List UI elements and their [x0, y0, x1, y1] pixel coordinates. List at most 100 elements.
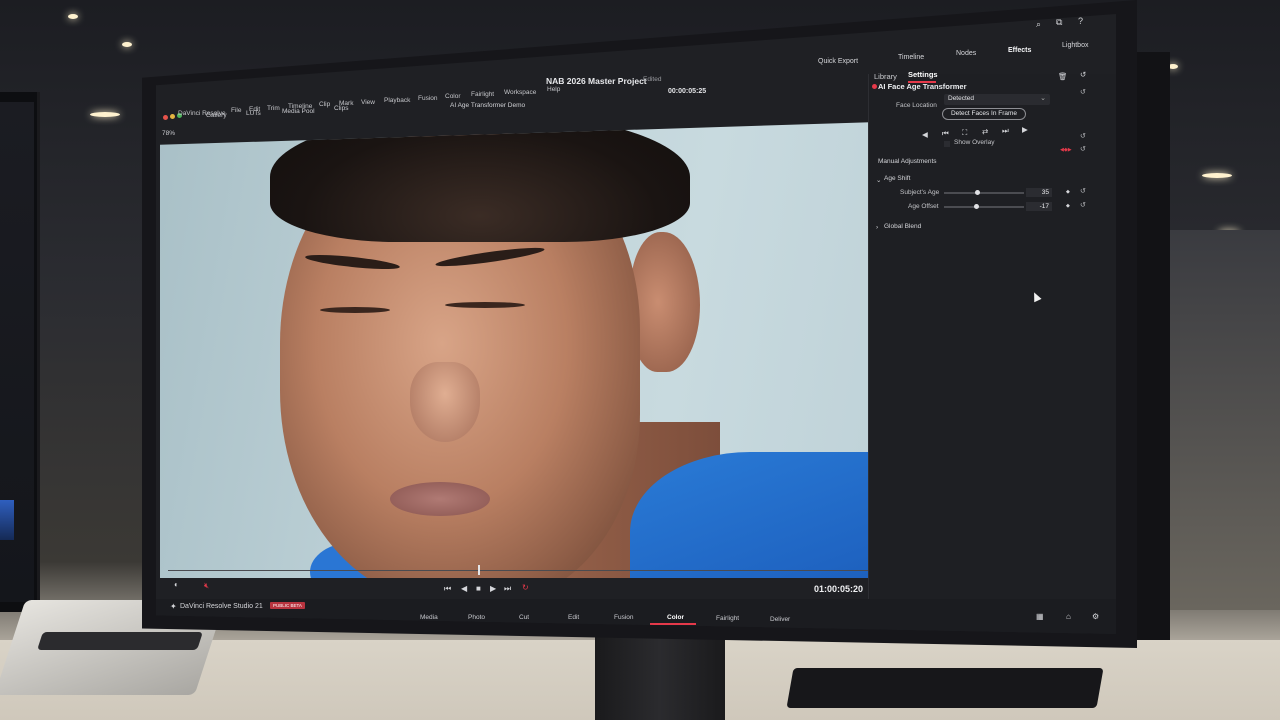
loop-icon[interactable]: ↻: [522, 583, 529, 592]
tracking-reset-icon[interactable]: ↺: [1080, 132, 1086, 140]
manual-adjustments-label: Manual Adjustments: [878, 158, 937, 165]
keyframe-nav-icon[interactable]: ◀◆▶: [1060, 147, 1072, 153]
age-offset-slider[interactable]: [944, 206, 1024, 208]
global-blend-section[interactable]: Global Blend: [884, 223, 921, 230]
age-offset-value[interactable]: -17: [1026, 202, 1052, 211]
subjects-age-value[interactable]: 35: [1026, 188, 1052, 197]
resolve-screen: DaVinci Resolve File Edit Trim Timeline …: [156, 14, 1116, 634]
reset-all-icon[interactable]: ↺: [1080, 70, 1086, 79]
subjects-age-label: Subject's Age: [900, 189, 940, 196]
menu-workspace[interactable]: Workspace: [504, 89, 536, 96]
tab-library[interactable]: Library: [874, 72, 897, 81]
effect-enabled-indicator[interactable]: [872, 84, 877, 89]
track-reverse-icon[interactable]: ◀: [922, 130, 928, 139]
gallery-button[interactable]: Gallery: [206, 112, 227, 119]
track-forward-icon[interactable]: ▶: [1022, 125, 1028, 134]
timeline-toggle[interactable]: Timeline: [898, 54, 924, 61]
scrub-bar[interactable]: [168, 570, 868, 571]
keyframe-diamond-icon[interactable]: ◆: [1066, 203, 1070, 209]
face-location-label: Face Location: [896, 102, 937, 109]
play-reverse-icon[interactable]: ◀: [461, 584, 467, 593]
page-color[interactable]: Color: [667, 614, 684, 621]
menu-fusion[interactable]: Fusion: [418, 95, 438, 102]
project-manager-icon[interactable]: ▦: [1036, 612, 1044, 621]
chevron-down-icon: ⌄: [1040, 95, 1046, 102]
luts-button[interactable]: LUTs: [246, 110, 261, 117]
page-photo[interactable]: Photo: [468, 614, 485, 621]
track-face-icon[interactable]: ⛶: [962, 128, 967, 138]
app-brand: DaVinci Resolve Studio 21: [180, 603, 263, 610]
resolve-logo-icon: ✦: [170, 602, 177, 611]
trash-icon[interactable]: 🗑︎: [1058, 72, 1068, 81]
chevron-down-icon[interactable]: ⌄: [876, 176, 881, 184]
show-overlay-checkbox[interactable]: [944, 141, 950, 147]
page-deliver[interactable]: Deliver: [770, 616, 790, 623]
help-icon[interactable]: ?: [1078, 16, 1083, 26]
gear-icon[interactable]: ⚙: [1092, 612, 1099, 621]
keyboard-keys: [37, 632, 203, 650]
page-fairlight[interactable]: Fairlight: [716, 615, 739, 622]
page-edit[interactable]: Edit: [568, 614, 579, 621]
overlay-reset-icon[interactable]: ↺: [1080, 145, 1086, 153]
ceiling-light: [122, 42, 132, 47]
step-forward-icon[interactable]: ⏭︎: [1002, 126, 1009, 136]
age-shift-section[interactable]: Age Shift: [884, 175, 910, 182]
search-icon[interactable]: ⌕: [1036, 19, 1041, 30]
subjects-age-reset-icon[interactable]: ↺: [1080, 187, 1086, 195]
menu-help[interactable]: Help: [547, 86, 560, 93]
page-fusion[interactable]: Fusion: [614, 614, 634, 621]
ceiling-light: [68, 14, 78, 19]
keyframe-diamond-icon[interactable]: ◆: [1066, 189, 1070, 195]
face-location-value: Detected: [948, 95, 975, 102]
age-offset-knob[interactable]: [973, 204, 979, 209]
menu-color[interactable]: Color: [445, 93, 461, 100]
quick-export-button[interactable]: Quick Export: [818, 58, 858, 65]
effects-toggle[interactable]: Effects: [1008, 47, 1031, 54]
home-icon[interactable]: ⌂: [1066, 612, 1071, 621]
lightbox-toggle[interactable]: Lightbox: [1062, 42, 1088, 49]
effects-inspector: [868, 74, 1116, 599]
media-pool-button[interactable]: Media Pool: [282, 108, 315, 115]
project-status: Edited: [643, 76, 662, 83]
menu-playback[interactable]: Playback: [384, 97, 410, 104]
monitor-stand: [595, 630, 725, 720]
tab-settings[interactable]: Settings: [908, 70, 938, 79]
audio-mute-icon[interactable]: 🔇︎: [204, 581, 209, 591]
subject-mouth: [390, 482, 490, 516]
monitor-stand-base: [786, 668, 1104, 708]
step-reverse-icon[interactable]: ⏮︎: [942, 129, 949, 139]
age-offset-reset-icon[interactable]: ↺: [1080, 201, 1086, 209]
go-to-start-icon[interactable]: ⏮︎: [444, 584, 451, 594]
swap-icon[interactable]: ⇄: [982, 127, 988, 136]
playback-timecode: 01:00:05:20: [814, 584, 864, 594]
menu-fairlight[interactable]: Fairlight: [471, 91, 494, 98]
ceiling-light: [90, 112, 120, 117]
clips-button[interactable]: Clips: [334, 105, 348, 112]
nodes-toggle[interactable]: Nodes: [956, 50, 976, 57]
detect-faces-button[interactable]: Detect Faces In Frame: [942, 108, 1026, 120]
subject-ear: [630, 232, 700, 372]
page-color-underline: [650, 623, 696, 625]
viewer-mode-icon[interactable]: ◐: [174, 580, 179, 589]
ceiling-light: [1202, 173, 1232, 178]
go-to-end-icon[interactable]: ⏭︎: [504, 584, 511, 594]
effect-title: AI Face Age Transformer: [878, 82, 967, 91]
age-offset-label: Age Offset: [908, 203, 939, 210]
subject-hair: [270, 122, 690, 242]
viewer-timecode[interactable]: 00:00:05:25: [668, 88, 706, 95]
subject-eye: [445, 302, 525, 308]
effect-reset-icon[interactable]: ↺: [1080, 88, 1086, 96]
playhead[interactable]: [478, 565, 480, 575]
page-cut[interactable]: Cut: [519, 614, 529, 621]
viewer-image[interactable]: [160, 122, 878, 578]
face-location-dropdown[interactable]: Detected ⌄: [944, 94, 1050, 105]
play-icon[interactable]: ▶: [490, 584, 496, 593]
chevron-right-icon[interactable]: ›: [876, 224, 878, 231]
zoom-level[interactable]: 78%: [162, 130, 175, 137]
subject-eye: [320, 307, 390, 313]
subjects-age-slider[interactable]: [944, 192, 1024, 194]
subject-nose: [410, 362, 480, 442]
share-icon[interactable]: ⧉: [1056, 17, 1062, 28]
stop-icon[interactable]: ■: [476, 584, 481, 593]
page-media[interactable]: Media: [420, 614, 438, 621]
